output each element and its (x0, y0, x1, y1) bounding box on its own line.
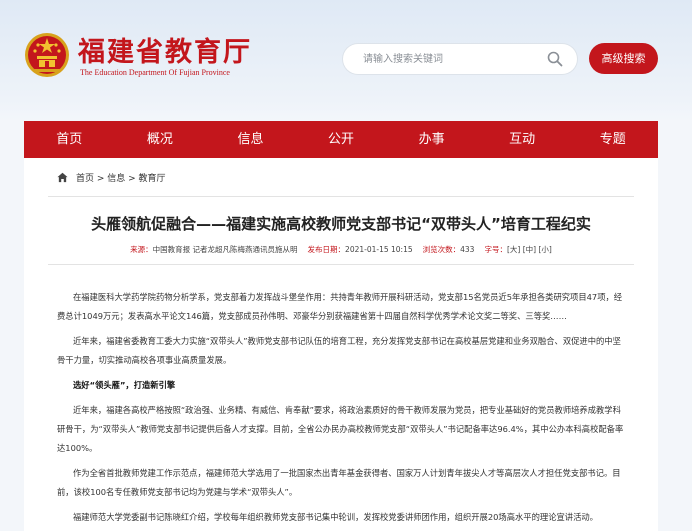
search-box (343, 44, 577, 74)
source-label: 来源： (130, 245, 153, 254)
section-heading: 选好“领头雁”，打造新引擎 (73, 380, 176, 390)
views-label: 浏览次数： (422, 245, 461, 254)
paragraph: 近年来，福建省委教育工委大力实施“双带头人”教师党支部书记队伍的培育工程，充分发… (57, 336, 621, 365)
article-meta: 来源：中国教育报 记者龙超凡陈梅燕通讯员施从明 发布日期：2021-01-15 1… (24, 244, 658, 255)
divider (48, 196, 634, 197)
breadcrumb: 首页 > 信息 > 教育厅 (57, 171, 166, 184)
site-header: 福建省教育厅 The Education Department Of Fujia… (0, 0, 692, 118)
main-nav: 首页 概况 信息 公开 办事 互动 专题 (24, 121, 658, 158)
source-value: 中国教育报 记者龙超凡陈梅燕通讯员施从明 (152, 245, 298, 254)
paragraph: 在福建医科大学药学院药物分析学系，党支部着力发挥战斗堡垒作用：共持青年教师开展科… (57, 292, 623, 321)
font-small-link[interactable]: [小] (538, 245, 551, 254)
breadcrumb-path[interactable]: 首页 > 信息 > 教育厅 (76, 171, 166, 184)
nav-item-overview[interactable]: 概况 (115, 121, 206, 158)
article-body: 在福建医科大学药学院药物分析学系，党支部着力发挥战斗堡垒作用：共持青年教师开展科… (57, 288, 625, 527)
national-emblem-icon (25, 33, 69, 77)
divider (48, 264, 634, 265)
date-label: 发布日期： (307, 245, 346, 254)
nav-item-topics[interactable]: 专题 (567, 121, 658, 158)
paragraph: 福建师范大学党委副书记陈晓红介绍，学校每年组织教师党支部书记集中轮训，发挥校党委… (73, 512, 598, 522)
home-icon (57, 172, 68, 183)
paragraph: 作为全省首批教师党建工作示范点，福建师范大学选用了一批国家杰出青年基金获得者、国… (57, 468, 621, 497)
search-icon[interactable] (547, 51, 563, 67)
article-container: 首页 > 信息 > 教育厅 头雁领航促融合——福建实施高校教师党支部书记“双带头… (24, 158, 658, 531)
font-large-link[interactable]: [大] (507, 245, 520, 254)
nav-item-services[interactable]: 办事 (386, 121, 477, 158)
nav-item-home[interactable]: 首页 (24, 121, 115, 158)
views-value: 433 (460, 245, 475, 254)
nav-item-information[interactable]: 信息 (205, 121, 296, 158)
site-subtitle: The Education Department Of Fujian Provi… (80, 68, 230, 77)
font-size-label: 字号： (484, 245, 507, 254)
nav-item-interaction[interactable]: 互动 (477, 121, 568, 158)
nav-item-disclosure[interactable]: 公开 (296, 121, 387, 158)
site-title[interactable]: 福建省教育厅 (78, 30, 252, 69)
search-input[interactable] (343, 44, 533, 74)
date-value: 2021-01-15 10:15 (345, 245, 413, 254)
paragraph: 近年来，福建各高校严格按照“政治强、业务精、有威信、肯奉献”要求，将政治素质好的… (57, 405, 624, 453)
article-title: 头雁领航促融合——福建实施高校教师党支部书记“双带头人”培育工程纪实 (91, 215, 591, 233)
font-medium-link[interactable]: [中] (523, 245, 536, 254)
advanced-search-button[interactable]: 高级搜索 (589, 43, 658, 74)
